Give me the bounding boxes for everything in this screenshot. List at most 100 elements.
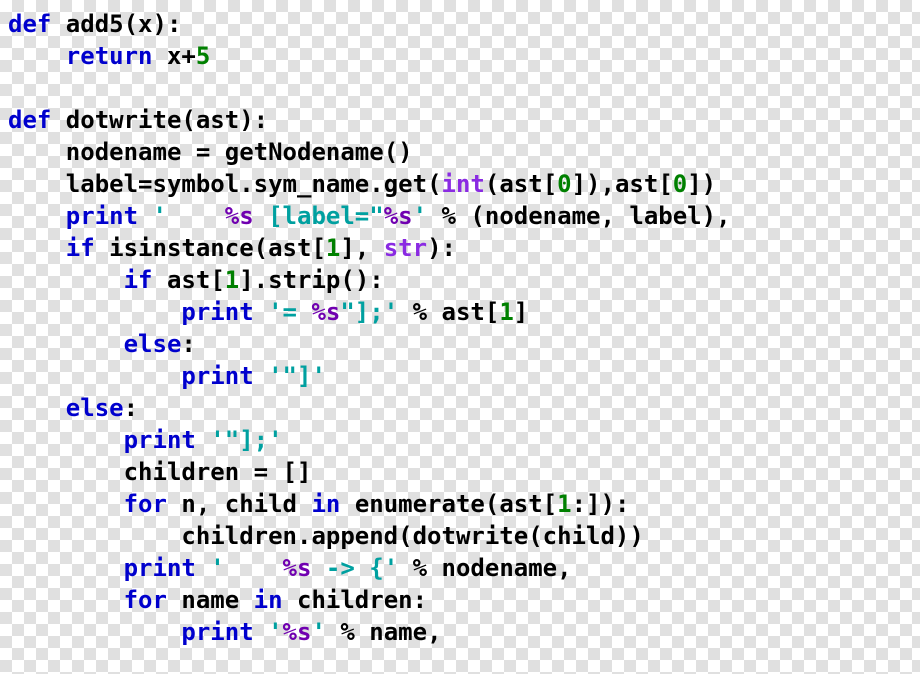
- token-fn: ast: [442, 298, 485, 326]
- token-fn: strip: [268, 266, 340, 294]
- token-kw: if: [124, 266, 167, 294]
- token-kw: if: [66, 234, 109, 262]
- indent: [8, 458, 124, 486]
- token-str: ': [210, 554, 282, 582]
- code-line: print '"]': [8, 362, 326, 390]
- token-fn: n: [181, 490, 195, 518]
- indent: [8, 362, 181, 390]
- token-kw: def: [8, 10, 66, 38]
- token-str: "];': [340, 298, 398, 326]
- token-op: .: [239, 170, 253, 198]
- token-str: '=: [268, 298, 311, 326]
- code-line: children = []: [8, 458, 311, 486]
- indent: [8, 266, 124, 294]
- indent: [8, 522, 181, 550]
- indent: [8, 42, 66, 70]
- token-num: 1: [557, 490, 571, 518]
- token-op: :: [181, 330, 195, 358]
- indent: [8, 586, 124, 614]
- token-op: [369, 234, 383, 262]
- token-kw: print: [181, 618, 268, 646]
- token-kw: in: [311, 490, 354, 518]
- token-par: ): [615, 522, 629, 550]
- code-line: print '%s' % name,: [8, 618, 442, 646]
- token-op: ,: [601, 170, 615, 198]
- code-block: def add5(x): return x+5 def dotwrite(ast…: [8, 8, 912, 648]
- token-fn: ast: [167, 266, 210, 294]
- token-fn: isinstance: [109, 234, 254, 262]
- token-fn: name: [369, 618, 427, 646]
- token-par: (): [384, 138, 413, 166]
- token-op: =: [254, 458, 268, 486]
- token-str: [label=": [254, 202, 384, 230]
- token-fmt: %s: [283, 618, 312, 646]
- token-fn: x: [167, 42, 181, 70]
- code-line: else:: [8, 330, 196, 358]
- indent: [8, 138, 66, 166]
- token-fn: ast: [499, 170, 542, 198]
- code-line: if isinstance(ast[1], str):: [8, 234, 456, 262]
- code-line: print '"];': [8, 426, 283, 454]
- token-op: .: [369, 170, 383, 198]
- token-fn: child: [210, 490, 311, 518]
- indent: [8, 298, 181, 326]
- token-fmt: %s: [225, 202, 254, 230]
- token-op: ,: [600, 202, 614, 230]
- token-par: []: [268, 458, 311, 486]
- token-fn: children: [124, 458, 254, 486]
- token-par: (: [470, 202, 484, 230]
- token-num: 1: [326, 234, 340, 262]
- indent: [8, 394, 66, 422]
- token-par: [: [485, 298, 499, 326]
- token-str: ': [311, 618, 325, 646]
- token-str: '"];': [210, 426, 282, 454]
- token-fn: x: [138, 10, 152, 38]
- token-fn: label: [66, 170, 138, 198]
- token-par: ): [153, 10, 167, 38]
- token-fn: nodename: [66, 138, 196, 166]
- token-fn: getNodename: [210, 138, 383, 166]
- token-fmt: %s: [311, 298, 340, 326]
- token-par: ]: [687, 170, 701, 198]
- token-op: :: [442, 234, 456, 262]
- token-par: (: [485, 170, 499, 198]
- token-num: 5: [196, 42, 210, 70]
- indent: [8, 426, 124, 454]
- token-fn: label: [615, 202, 702, 230]
- token-par: ]: [572, 170, 586, 198]
- token-par: [: [658, 170, 672, 198]
- token-kw: in: [254, 586, 297, 614]
- token-fn: ast: [615, 170, 658, 198]
- token-op: =: [196, 138, 210, 166]
- code-line: print ' %s -> {' % nodename,: [8, 554, 572, 582]
- token-op: ,: [355, 234, 369, 262]
- token-op: ,: [196, 490, 210, 518]
- token-par: ]: [586, 490, 600, 518]
- token-op: %: [427, 202, 470, 230]
- code-line: return x+5: [8, 42, 210, 70]
- token-par: (: [485, 490, 499, 518]
- token-kw: print: [124, 554, 211, 582]
- token-fn: sym_name: [254, 170, 370, 198]
- token-fn: dotwrite: [66, 106, 182, 134]
- indent: [8, 330, 124, 358]
- token-op: %: [398, 298, 441, 326]
- code-line: nodename = getNodename(): [8, 138, 413, 166]
- token-par: (: [254, 234, 268, 262]
- token-bi: int: [442, 170, 485, 198]
- token-fn: symbol: [153, 170, 240, 198]
- indent: [8, 170, 66, 198]
- token-kw: print: [181, 362, 268, 390]
- token-fn: enumerate: [355, 490, 485, 518]
- token-fn: name: [181, 586, 253, 614]
- token-kw: else: [66, 394, 124, 422]
- token-par: ): [702, 170, 716, 198]
- token-par: ): [702, 202, 716, 230]
- token-par: (: [124, 10, 138, 38]
- token-par: [: [210, 266, 224, 294]
- token-par: (): [340, 266, 369, 294]
- token-fn: append: [311, 522, 398, 550]
- token-str: '"]': [268, 362, 326, 390]
- token-par: ): [239, 106, 253, 134]
- code-line: for n, child in enumerate(ast[1:]):: [8, 490, 629, 518]
